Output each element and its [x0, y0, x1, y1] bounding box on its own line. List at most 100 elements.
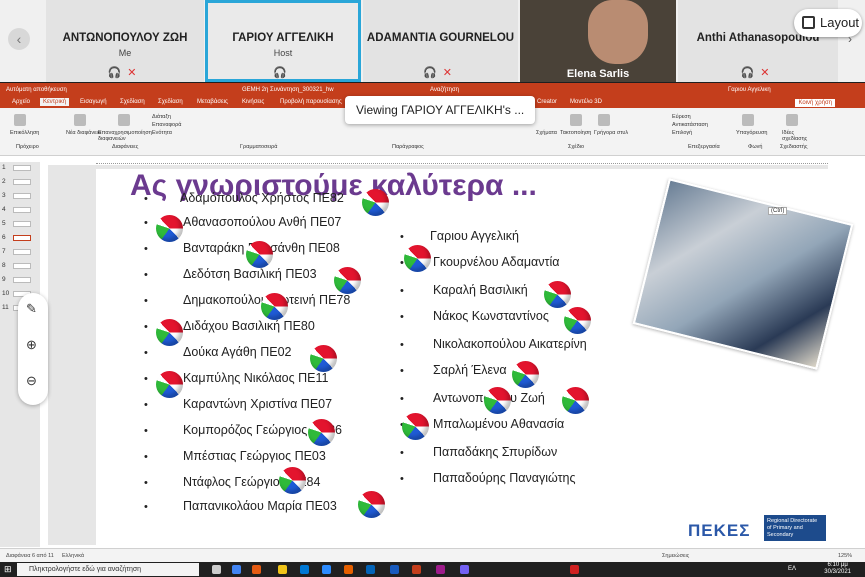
firefox-icon[interactable]	[344, 565, 353, 574]
tab-transitions[interactable]: Μεταβάσεις	[197, 99, 228, 105]
participant-tile-video[interactable]: Elena Sarlis	[520, 0, 676, 82]
tab-home[interactable]: Κεντρική	[40, 98, 70, 106]
user-name[interactable]: Γαριου Αγγελικη	[728, 87, 771, 93]
beach-ball-image[interactable]	[484, 387, 511, 414]
tab-design[interactable]: Σχεδίαση	[120, 99, 145, 105]
design-ideas-icon[interactable]	[786, 114, 798, 126]
slide-thumbnail[interactable]	[13, 263, 31, 269]
slide-thumbnail[interactable]	[13, 165, 31, 171]
word-icon[interactable]	[390, 565, 399, 574]
slide-thumbnail[interactable]	[13, 207, 31, 213]
language-status[interactable]: Ελληνικά	[62, 553, 84, 559]
app-icon[interactable]	[252, 565, 261, 574]
file-explorer-icon[interactable]	[278, 565, 287, 574]
beach-ball-image[interactable]	[261, 293, 288, 320]
tab-3d[interactable]: Μοντέλο 3D	[570, 99, 602, 105]
windows-start-icon[interactable]: ⊞	[4, 564, 12, 575]
edge-icon[interactable]	[300, 565, 309, 574]
slide-thumbnail[interactable]	[13, 193, 31, 199]
reuse-slides-button[interactable]: Επαναχρησιμοποίηση διαφανειών	[98, 130, 160, 142]
beach-ball-image[interactable]	[308, 419, 335, 446]
autosave-label[interactable]: Αυτόματη αποθήκευση	[6, 87, 67, 93]
task-view-icon[interactable]	[212, 565, 221, 574]
viber-icon[interactable]	[460, 565, 469, 574]
left-list-item: Διδάχου Βασιλική ΠΕ80	[183, 319, 315, 333]
audio-icons: 🎧✕	[678, 66, 838, 79]
photoshop-icon[interactable]	[436, 565, 445, 574]
tab-animations[interactable]: Κινήσεις	[242, 99, 264, 105]
pen-icon[interactable]: ✎	[26, 301, 37, 317]
powerpoint-icon[interactable]	[412, 565, 421, 574]
previous-page-button[interactable]: ‹	[8, 28, 30, 50]
regional-directorate-logo: Regional Directorate of Primary and Seco…	[764, 515, 826, 541]
beach-ball-image[interactable]	[156, 371, 183, 398]
slide-thumbnail[interactable]	[13, 277, 31, 283]
zoom-in-icon[interactable]: ⊕	[26, 337, 37, 353]
notes-button[interactable]: Σημειώσεις	[662, 553, 689, 559]
beach-ball-image[interactable]	[156, 319, 183, 346]
beach-ball-image[interactable]	[564, 307, 591, 334]
paste-options-tag[interactable]: (Ctrl)	[768, 207, 788, 215]
reset-button[interactable]: Επαναφορά	[152, 122, 181, 128]
zoom-level[interactable]: 125%	[838, 553, 852, 559]
tab-slideshow[interactable]: Προβολή παρουσίασης	[280, 99, 342, 105]
clock[interactable]: 6:10 μμ 30/3/2021	[824, 562, 851, 576]
beach-ball-image[interactable]	[358, 491, 385, 518]
participant-tile[interactable]: ADAMANTIA GOURNELOU 🎧✕	[363, 0, 518, 82]
share-button[interactable]: Κοινή χρήση	[795, 99, 835, 107]
quick-styles-icon[interactable]	[598, 114, 610, 126]
beach-ball-image[interactable]	[279, 467, 306, 494]
design-ideas-button[interactable]: Ιδέες σχεδίασης	[782, 130, 812, 142]
outlook-icon[interactable]	[366, 565, 375, 574]
beach-ball-image[interactable]	[334, 267, 361, 294]
beach-ball-image[interactable]	[246, 241, 273, 268]
acrobat-icon[interactable]	[570, 565, 579, 574]
dictate-button[interactable]: Υπαγόρευση	[736, 130, 767, 136]
bullet: •	[144, 321, 148, 333]
chrome-icon[interactable]	[232, 565, 241, 574]
new-slide-icon[interactable]	[74, 114, 86, 126]
tab-creator[interactable]: Creator	[537, 99, 557, 105]
beach-ball-image[interactable]	[562, 387, 589, 414]
find-button[interactable]: Εύρεση	[672, 114, 691, 120]
beach-ball-image[interactable]	[402, 413, 429, 440]
beach-ball-image[interactable]	[310, 345, 337, 372]
slide-thumbnail[interactable]	[13, 179, 31, 185]
arrange-button[interactable]: Τακτοποίηση	[560, 130, 591, 136]
section-dropdown[interactable]: Ενότητα	[152, 130, 172, 136]
beach-ball-image[interactable]	[512, 361, 539, 388]
paste-icon[interactable]	[14, 114, 26, 126]
arrange-icon[interactable]	[570, 114, 582, 126]
zoom-app-icon[interactable]	[322, 565, 331, 574]
shapes-button[interactable]: Σχήματα	[536, 130, 557, 136]
tab-draw[interactable]: Σχεδίαση	[158, 99, 183, 105]
dictate-icon[interactable]	[742, 114, 754, 126]
horizontal-ruler	[96, 158, 828, 164]
paste-button[interactable]: Επικόλληση	[10, 130, 39, 136]
layout-dropdown[interactable]: Διάταξη	[152, 114, 171, 120]
tab-insert[interactable]: Εισαγωγή	[80, 99, 107, 105]
reuse-slides-icon[interactable]	[118, 114, 130, 126]
quick-styles-button[interactable]: Γρήγορα στυλ	[594, 130, 628, 136]
taskbar-search-input[interactable]: Πληκτρολογήστε εδώ για αναζήτηση	[17, 563, 199, 576]
replace-button[interactable]: Αντικατάσταση	[672, 122, 708, 128]
beach-ball-image[interactable]	[156, 215, 183, 242]
zoom-out-icon[interactable]: ⊖	[26, 373, 37, 389]
slide-thumbnail[interactable]	[13, 235, 31, 241]
participant-tile-host[interactable]: ΓΑΡΙΟΥ ΑΓΓΕΛΙΚΗ Host 🎧	[205, 0, 361, 82]
slide[interactable]: Ας γνωριστούμε καλύτερα ... • Αδαμόπουλος…	[96, 169, 854, 545]
select-button[interactable]: Επιλογή	[672, 130, 692, 136]
search-box[interactable]: Αναζήτηση	[430, 87, 459, 93]
beach-ball-image[interactable]	[544, 281, 571, 308]
group-photo[interactable]	[632, 178, 854, 370]
beach-ball-image[interactable]	[404, 245, 431, 272]
participant-tile[interactable]: ΑΝΤΩΝΟΠΟΥΛΟΥ ΖΩΗ Me 🎧✕	[46, 0, 204, 82]
beach-ball-image[interactable]	[362, 189, 389, 216]
tab-file[interactable]: Αρχείο	[12, 99, 30, 105]
slide-thumbnail[interactable]	[13, 249, 31, 255]
language-indicator[interactable]: ΕΛ	[788, 566, 796, 572]
next-page-button[interactable]: ›	[848, 32, 862, 50]
new-slide-button[interactable]: Νέα διαφάνεια	[66, 130, 101, 136]
group-designer: Σχεδιαστής	[780, 144, 808, 150]
slide-thumbnail[interactable]	[13, 221, 31, 227]
